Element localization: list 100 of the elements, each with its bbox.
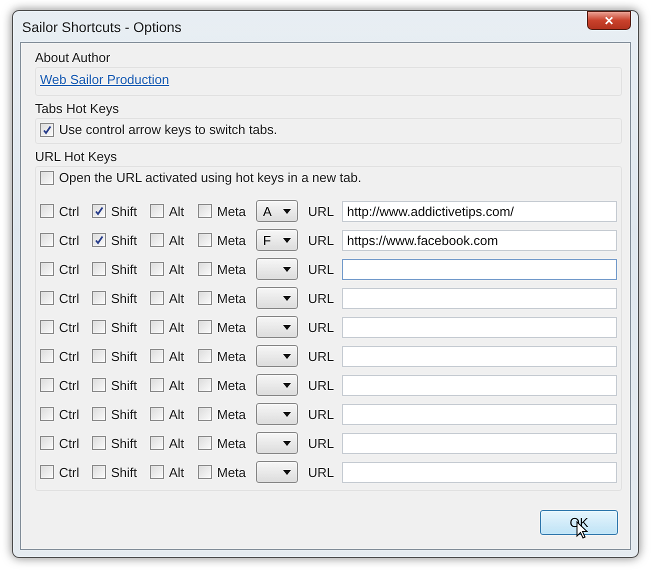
url-field[interactable] <box>342 404 617 424</box>
checkbox-label: Shift <box>111 320 138 334</box>
url-field[interactable]: http://www.addictivetips.com/ <box>342 200 617 222</box>
checkbox-label: Ctrl <box>59 290 80 306</box>
url-field[interactable] <box>342 462 617 482</box>
checkbox[interactable] <box>198 436 212 450</box>
checkbox[interactable] <box>150 378 164 392</box>
checkbox-label: Ctrl <box>59 464 80 480</box>
close-button[interactable]: ✕ <box>587 11 631 30</box>
checkbox[interactable] <box>40 122 54 136</box>
key-dropdown[interactable] <box>256 316 298 338</box>
checkbox[interactable] <box>198 262 212 276</box>
checkbox[interactable] <box>40 407 54 421</box>
checkbox[interactable] <box>198 320 212 334</box>
url-field[interactable] <box>342 374 617 396</box>
key-dropdown[interactable] <box>256 374 298 396</box>
checkbox[interactable] <box>92 233 106 247</box>
caret-icon <box>283 440 291 446</box>
checkbox[interactable] <box>198 291 212 305</box>
url-field[interactable] <box>342 288 617 308</box>
key-dropdown[interactable] <box>256 432 298 454</box>
checkbox-label: Alt <box>169 204 184 218</box>
checkbox[interactable] <box>150 320 164 334</box>
url-field[interactable] <box>342 432 617 454</box>
checkbox[interactable] <box>150 291 164 305</box>
key-dropdown[interactable]: A <box>256 200 298 222</box>
author-link[interactable]: Web Sailor Production <box>40 72 170 87</box>
checkbox-label: Ctrl <box>59 436 80 450</box>
checkbox-label: Ctrl <box>59 348 80 364</box>
caret-icon <box>283 238 291 242</box>
checkbox[interactable] <box>198 378 212 392</box>
checkbox[interactable] <box>40 378 54 392</box>
checkbox[interactable] <box>40 204 54 218</box>
checkbox[interactable] <box>40 233 54 247</box>
caret-icon <box>283 208 291 214</box>
checkbox[interactable] <box>198 349 212 363</box>
checkbox[interactable] <box>40 320 54 334</box>
checkbox[interactable] <box>40 170 54 184</box>
checkbox-label: Alt <box>169 464 184 480</box>
checkbox[interactable] <box>150 436 164 450</box>
caret-icon <box>283 296 291 300</box>
key-dropdown[interactable] <box>256 461 298 483</box>
checkbox[interactable] <box>92 436 106 450</box>
url-label: URL <box>308 436 334 450</box>
checkbox-label: Ctrl <box>59 232 80 248</box>
checkbox[interactable] <box>150 349 164 363</box>
checkbox[interactable] <box>92 378 106 392</box>
key-dropdown[interactable] <box>256 345 298 367</box>
checkbox[interactable] <box>92 291 106 305</box>
checkbox[interactable] <box>150 262 164 276</box>
checkbox[interactable] <box>150 204 164 218</box>
url-label: URL <box>308 262 334 276</box>
checkbox-label: Open the URL activated using hot keys in a new tab. <box>59 170 362 185</box>
checkbox[interactable] <box>198 465 212 479</box>
url-field[interactable] <box>342 316 617 338</box>
checkbox[interactable] <box>150 465 164 479</box>
checkbox-label: Meta <box>217 464 246 480</box>
checkbox-label: Ctrl <box>59 262 80 276</box>
url-label: URL <box>308 232 334 248</box>
key-dropdown[interactable] <box>256 403 298 425</box>
checkbox-label: Ctrl <box>59 320 80 334</box>
checkbox[interactable] <box>92 465 106 479</box>
url-label: URL <box>308 406 334 422</box>
url-field[interactable]: https://www.facebook.com <box>342 230 617 250</box>
url-label: URL <box>308 290 334 306</box>
checkbox-label: Use control arrow keys to switch tabs. <box>59 122 278 137</box>
checkbox[interactable] <box>92 262 106 276</box>
url-label: URL <box>308 348 334 364</box>
checkbox-label: Meta <box>217 232 246 248</box>
url-label: URL <box>308 378 334 392</box>
checkbox-label: Meta <box>217 320 246 334</box>
checkbox-label: Meta <box>217 406 246 422</box>
checkbox[interactable] <box>40 291 54 305</box>
key-dropdown[interactable] <box>256 287 298 309</box>
checkbox[interactable] <box>92 204 106 218</box>
checkbox[interactable] <box>40 349 54 363</box>
caret-icon <box>283 412 291 416</box>
checkbox-label: Alt <box>169 378 184 392</box>
checkbox[interactable] <box>150 233 164 247</box>
checkbox[interactable] <box>40 262 54 276</box>
checkbox-label: Alt <box>169 290 184 306</box>
checkbox[interactable] <box>198 407 212 421</box>
checkbox-label: Meta <box>217 436 246 450</box>
checkbox[interactable] <box>150 407 164 421</box>
url-field[interactable] <box>342 346 617 366</box>
checkbox[interactable] <box>40 465 54 479</box>
checkbox-label: Meta <box>217 348 246 364</box>
checkbox[interactable] <box>92 349 106 363</box>
checkbox[interactable] <box>40 436 54 450</box>
url-label: URL <box>308 204 334 218</box>
checkbox[interactable] <box>92 320 106 334</box>
key-dropdown[interactable] <box>256 258 298 280</box>
checkbox[interactable] <box>198 233 212 247</box>
checkbox[interactable] <box>198 204 212 218</box>
key-dropdown[interactable]: F <box>256 229 298 251</box>
checkbox[interactable] <box>92 407 106 421</box>
checkbox-label: Alt <box>169 262 184 276</box>
checkbox-label: Shift <box>111 232 138 248</box>
url-field[interactable] <box>342 258 617 280</box>
caret-icon <box>283 382 291 388</box>
